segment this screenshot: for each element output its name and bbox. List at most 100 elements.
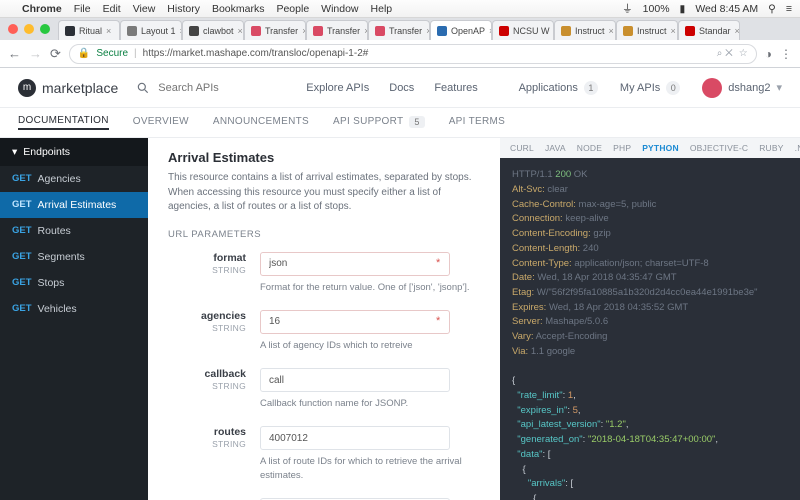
search-wrap[interactable] — [136, 81, 248, 95]
close-tab-icon[interactable]: × — [671, 26, 676, 36]
tab-label: Transfer — [265, 26, 298, 36]
lang-tab-node[interactable]: NODE — [577, 143, 602, 153]
myapis-count: 0 — [666, 81, 680, 95]
wifi-icon: ⏚ — [622, 1, 633, 16]
chrome-toolbar: ← → ⟳ 🔒 Secure | https://market.mashape.… — [0, 40, 800, 68]
favicon-icon — [251, 26, 261, 36]
sidebar-section-endpoints[interactable]: ▾ Endpoints — [0, 138, 148, 166]
endpoint-item[interactable]: GETArrival Estimates — [0, 192, 148, 218]
browser-tab[interactable]: Transfer× — [306, 20, 368, 40]
lang-tab--net[interactable]: .NET — [795, 143, 800, 153]
endpoint-item[interactable]: GETRoutes — [0, 218, 148, 244]
endpoint-item[interactable]: GETAgencies — [0, 166, 148, 192]
param-hint: A list of agency IDs which to retreive — [260, 339, 470, 352]
menu-edit[interactable]: Edit — [103, 3, 121, 15]
param-row: routesSTRINGA list of route IDs for whic… — [168, 426, 480, 494]
favicon-icon — [313, 26, 323, 36]
secnav-api-terms[interactable]: API TERMS — [449, 116, 505, 129]
browser-tab[interactable]: Instruct× — [616, 20, 678, 40]
param-input-format[interactable] — [260, 252, 450, 276]
endpoint-item[interactable]: GET Segments — [0, 244, 148, 270]
endpoint-item[interactable]: GETStops — [0, 270, 148, 296]
close-tab-icon[interactable]: × — [609, 26, 614, 36]
menu-bookmarks[interactable]: Bookmarks — [212, 3, 265, 15]
endpoint-item[interactable]: GETVehicles — [0, 296, 148, 322]
browser-tab[interactable]: Transfer× — [244, 20, 306, 40]
doc-panel: Arrival Estimates This resource contains… — [148, 138, 500, 500]
battery-percent: 100% — [643, 3, 670, 15]
secure-label: Secure — [96, 48, 128, 59]
nav-myapis[interactable]: My APIs 0 — [620, 81, 680, 95]
close-tab-icon[interactable]: × — [238, 26, 243, 36]
close-window-icon[interactable] — [8, 24, 18, 34]
menu-file[interactable]: File — [74, 3, 91, 15]
menu-extras-icon[interactable]: ≡ — [786, 3, 792, 15]
chrome-menu-icon[interactable]: ⋮ — [780, 47, 792, 61]
secnav-announcements[interactable]: ANNOUNCEMENTS — [213, 116, 309, 129]
favicon-icon — [437, 26, 447, 36]
param-input-callback[interactable] — [260, 368, 450, 392]
nav-docs[interactable]: Docs — [389, 82, 414, 94]
minimize-window-icon[interactable] — [24, 24, 34, 34]
nav-explore-apis[interactable]: Explore APIs — [306, 82, 369, 94]
search-input[interactable] — [158, 82, 248, 94]
menu-people[interactable]: People — [276, 3, 309, 15]
menu-history[interactable]: History — [167, 3, 200, 15]
profile-icon[interactable]: ◑ — [765, 47, 772, 61]
param-input-routes[interactable] — [260, 426, 450, 450]
browser-tab[interactable]: Transfer× — [368, 20, 430, 40]
secondary-nav: DOCUMENTATION OVERVIEW ANNOUNCEMENTS API… — [0, 108, 800, 138]
secnav-overview[interactable]: OVERVIEW — [133, 116, 189, 129]
endpoint-name: Vehicles — [38, 303, 77, 315]
lang-tab-python[interactable]: PYTHON — [642, 143, 679, 153]
tab-label: Layout 1 — [141, 26, 176, 36]
param-name: agencies — [168, 310, 246, 322]
menu-help[interactable]: Help — [371, 3, 393, 15]
http-method: GET — [12, 251, 32, 263]
browser-tab[interactable]: clawbot× — [182, 20, 244, 40]
param-hint: Format for the return value. One of ['js… — [260, 281, 470, 294]
reload-icon[interactable]: ⟳ — [50, 46, 61, 62]
secnav-documentation[interactable]: DOCUMENTATION — [18, 115, 109, 130]
param-row: agenciesSTRING*A list of agency IDs whic… — [168, 310, 480, 364]
address-bar[interactable]: 🔒 Secure | https://market.mashape.com/tr… — [69, 44, 757, 64]
favicon-icon — [685, 26, 695, 36]
lang-tab-java[interactable]: JAVA — [545, 143, 566, 153]
param-input-agencies[interactable] — [260, 310, 450, 334]
close-tab-icon[interactable]: × — [106, 26, 113, 36]
menu-window[interactable]: Window — [321, 3, 358, 15]
lang-tab-curl[interactable]: CURL — [510, 143, 534, 153]
favicon-icon — [375, 26, 385, 36]
browser-tab[interactable]: Standar× — [678, 20, 740, 40]
param-row: formatSTRING*Format for the return value… — [168, 252, 480, 306]
nav-features[interactable]: Features — [434, 82, 477, 94]
secnav-api-support[interactable]: API SUPPORT 5 — [333, 116, 425, 130]
addr-star-icon[interactable]: ☆ — [739, 48, 748, 59]
menu-view[interactable]: View — [133, 3, 156, 15]
brand[interactable]: m marketplace — [18, 79, 118, 97]
favicon-icon — [499, 26, 509, 36]
browser-tab[interactable]: NCSU W× — [492, 20, 554, 40]
nav-applications[interactable]: Applications 1 — [519, 81, 598, 95]
browser-tab[interactable]: Ritual× — [58, 20, 120, 40]
browser-tab[interactable]: Instruct× — [554, 20, 616, 40]
endpoint-name: Routes — [38, 225, 71, 237]
endpoint-name: Agencies — [38, 173, 81, 185]
back-icon[interactable]: ← — [8, 46, 21, 61]
lang-tab-php[interactable]: PHP — [613, 143, 631, 153]
endpoint-name: Segments — [38, 251, 85, 263]
addr-key-icon[interactable]: ⌕ ✕ — [717, 48, 733, 59]
lang-tab-objective-c[interactable]: OBJECTIVE-C — [690, 143, 748, 153]
browser-tab[interactable]: Layout 1× — [120, 20, 182, 40]
browser-tab[interactable]: OpenAP× — [430, 20, 492, 40]
param-name: format — [168, 252, 246, 264]
spotlight-icon[interactable]: ⚲ — [768, 3, 776, 15]
lang-tab-ruby[interactable]: RUBY — [759, 143, 783, 153]
tab-label: OpenAP — [451, 26, 485, 36]
chevron-down-icon: ▾ — [776, 81, 782, 94]
close-tab-icon[interactable]: × — [735, 26, 740, 36]
maximize-window-icon[interactable] — [40, 24, 50, 34]
forward-icon[interactable]: → — [29, 46, 42, 61]
user-menu[interactable]: dshang2 ▾ — [702, 78, 782, 98]
sidebar-section-label: Endpoints — [23, 146, 70, 158]
